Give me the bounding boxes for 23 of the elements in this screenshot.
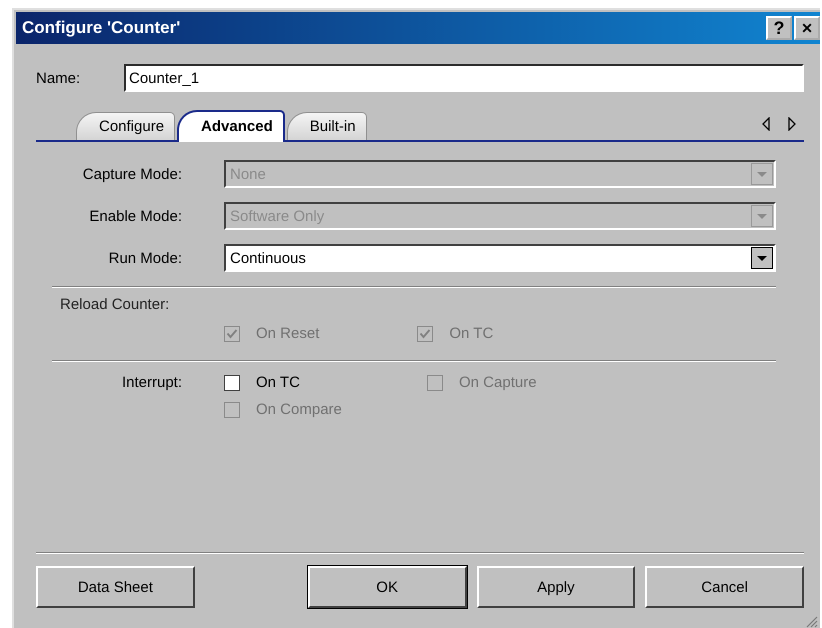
resize-grip-icon[interactable] xyxy=(804,614,818,628)
scroll-left-icon[interactable] xyxy=(762,117,771,131)
tab[interactable]: Advanced xyxy=(177,110,285,142)
tab[interactable]: Built-in xyxy=(286,112,367,140)
field-label: Run Mode: xyxy=(108,250,183,266)
scroll-right-icon[interactable] xyxy=(787,117,796,131)
field-label: Capture Mode: xyxy=(82,166,183,182)
name-label: Name: xyxy=(36,70,82,86)
field-label: Interrupt: xyxy=(120,374,183,391)
window-title: Configure 'Counter' xyxy=(22,18,180,38)
field-label: Enable Mode: xyxy=(88,208,183,224)
name-field[interactable]: Counter_1 xyxy=(124,64,804,92)
checkbox[interactable] xyxy=(224,374,240,390)
dialog-button[interactable]: OK xyxy=(308,566,466,608)
dropdown[interactable]: Continuous xyxy=(224,244,776,272)
section-label: Reload Counter: xyxy=(60,296,170,313)
dialog-button[interactable]: Apply xyxy=(476,566,636,608)
dialog-button[interactable]: Cancel xyxy=(645,566,804,608)
checkbox-label[interactable]: On TC xyxy=(256,374,300,391)
dialog-button[interactable]: Data Sheet xyxy=(36,566,195,608)
help-button[interactable]: ? xyxy=(766,16,792,40)
close-button[interactable]: × xyxy=(794,16,820,40)
tab[interactable]: Configure xyxy=(76,112,176,140)
